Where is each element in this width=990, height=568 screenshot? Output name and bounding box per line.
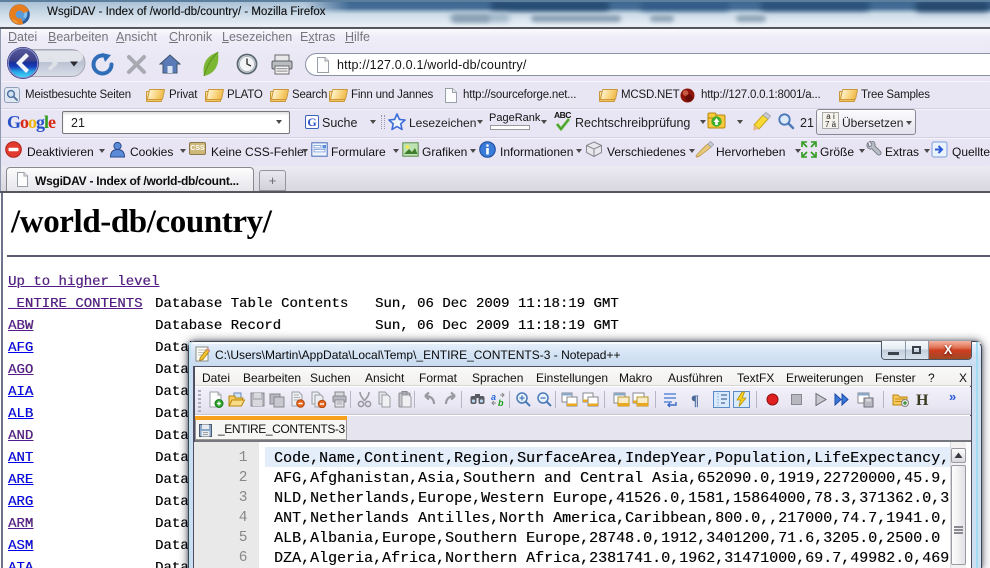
svg-text:H: H (916, 392, 929, 408)
svg-text:¶: ¶ (691, 393, 699, 408)
svg-text:a: a (491, 392, 496, 402)
svg-text:b: b (498, 398, 504, 408)
